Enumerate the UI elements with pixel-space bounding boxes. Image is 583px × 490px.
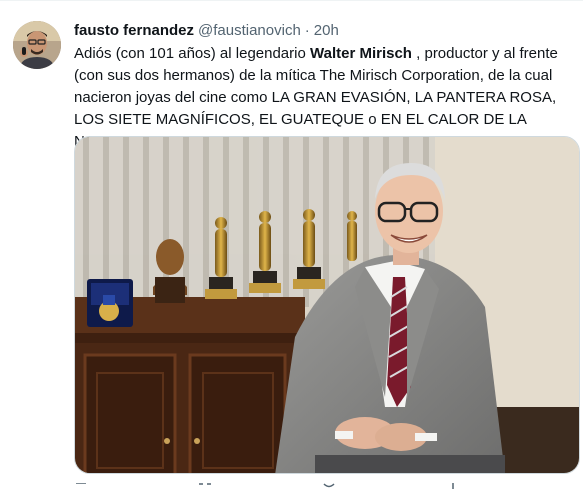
avatar-image [13, 21, 61, 69]
tweet-photo[interactable] [74, 136, 580, 474]
heart-icon[interactable] [322, 483, 336, 490]
tweet-text-part1: Adiós (con 101 años) al legendario [74, 45, 310, 62]
author-name[interactable]: fausto fernandez [74, 22, 194, 39]
tweet-text-bold: Walter Mirisch [310, 45, 412, 62]
share-icon[interactable] [446, 483, 460, 490]
tweet-actions [74, 481, 574, 490]
tweet-timestamp[interactable]: 20h [314, 22, 339, 39]
header-separator: · [304, 22, 310, 39]
reply-icon[interactable] [74, 483, 88, 490]
author-handle[interactable]: @faustianovich [198, 22, 301, 39]
retweet-icon[interactable] [198, 483, 212, 490]
tweet-card[interactable]: fausto fernandez @faustianovich · 20h Adiós… [0, 0, 583, 490]
photo-image [75, 137, 579, 473]
author-avatar[interactable] [13, 21, 61, 69]
tweet-header: fausto fernandez @faustianovich · 20h [74, 21, 339, 41]
